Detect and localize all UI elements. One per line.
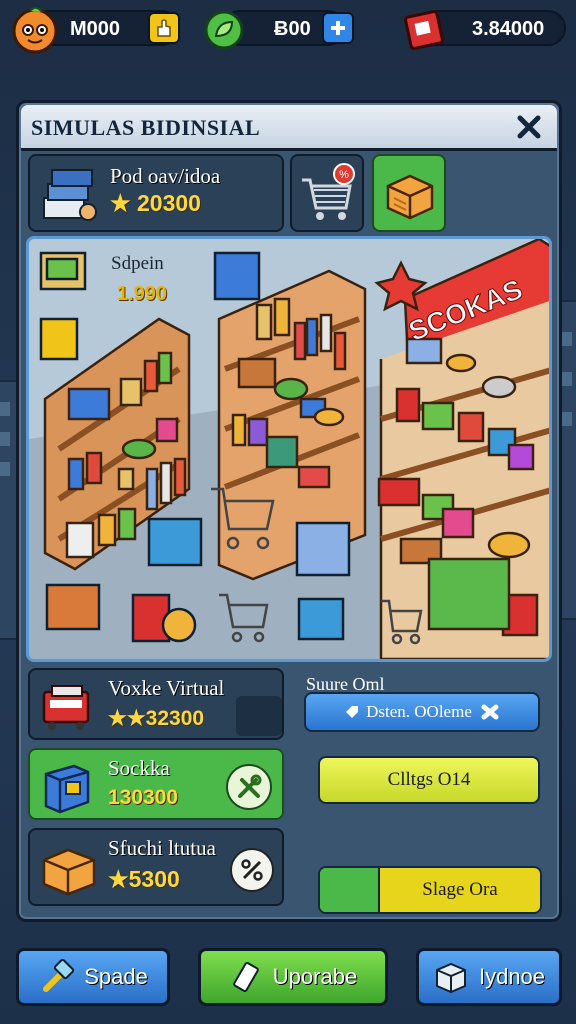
bottom-box-button[interactable]: Iydnoe xyxy=(416,948,562,1006)
scene-item-name: Sdpein xyxy=(111,253,164,274)
item-card-freezer[interactable]: Sockka 130300 xyxy=(28,748,284,820)
wrench-icon xyxy=(238,774,262,798)
item-card-register[interactable]: Voxke Virtual ★★32300 xyxy=(28,668,284,740)
bottom-spade-button[interactable]: Spade xyxy=(16,948,170,1006)
yellow-action-button[interactable]: Clltgs O14 xyxy=(318,756,540,804)
stock-card[interactable]: Pod oav/idoa ★ 20300 xyxy=(28,154,284,232)
close-button[interactable] xyxy=(513,111,545,143)
bottom-spade-label: Spade xyxy=(84,964,148,989)
stock-card-value: ★ 20300 xyxy=(110,190,201,217)
stock-stack-icon xyxy=(43,169,97,221)
bottom-box-label: Iydnoe xyxy=(478,964,546,989)
panel-header: SIMULAS BIDINSIAL xyxy=(21,105,557,151)
blue-action-label: Dsten. OOlemе xyxy=(366,702,472,721)
hand-icon xyxy=(157,19,171,37)
register-icon xyxy=(42,685,90,730)
freezer-action-button[interactable] xyxy=(226,764,272,810)
item-card-crate-name: Sfuchi ltutua xyxy=(108,836,216,860)
coins-value: M000 xyxy=(70,18,121,40)
store-illustration: SCOKAS xyxy=(29,239,549,659)
blue-action-button[interactable]: Dsten. OOlemе xyxy=(304,692,540,732)
star-icon: ★ xyxy=(110,190,138,216)
stock-card-name: Pod oav/idoa xyxy=(110,164,221,188)
plus-icon xyxy=(331,21,345,35)
item-card-register-name: Voxke Virtual xyxy=(108,676,225,700)
crate-discount-button[interactable] xyxy=(230,848,274,892)
register-price: 32300 xyxy=(145,707,205,730)
percent-icon xyxy=(241,859,263,881)
pencil-icon xyxy=(232,961,259,993)
resource-bar: M000 Ƀ00 3.84000 xyxy=(0,0,576,60)
rating-stars: ★★ xyxy=(108,707,146,730)
scene-item-value: 1.990 xyxy=(117,283,168,305)
hammer-icon xyxy=(43,959,75,992)
item-card-register-value: ★★32300 xyxy=(108,706,204,731)
player-avatar-icon[interactable] xyxy=(10,4,60,54)
leaf-gem-icon xyxy=(202,8,246,52)
store-scene[interactable]: SCOKAS Sdpein 1.990 xyxy=(26,236,552,662)
cash-value: 3.84000 xyxy=(472,18,545,40)
gems-value: Ƀ00 xyxy=(274,18,311,40)
bone-icon xyxy=(481,704,499,720)
coin-shop-button[interactable] xyxy=(148,12,180,44)
crate-card[interactable] xyxy=(372,154,446,232)
add-gems-button[interactable] xyxy=(322,12,354,44)
bottom-upgrade-button[interactable]: Uporabe xyxy=(198,948,388,1006)
box-icon xyxy=(435,962,466,994)
item-card-freezer-name: Sockka xyxy=(108,756,170,780)
rating-star: ★ xyxy=(108,866,129,892)
close-icon xyxy=(517,115,541,139)
stock-card-value-text: 20300 xyxy=(137,190,201,216)
split-green-segment xyxy=(320,868,380,912)
cart-sale-icon: % xyxy=(302,163,355,220)
crate-icon xyxy=(386,174,434,220)
item-card-crate-value: ★5300 xyxy=(108,866,180,893)
cart-sale-card[interactable]: % xyxy=(290,154,364,232)
crate-price: 5300 xyxy=(128,866,180,892)
item-card-register-slot xyxy=(236,696,282,736)
sale-badge: % xyxy=(339,169,349,181)
panel-title: SIMULAS BIDINSIAL xyxy=(31,115,261,140)
split-action-label: Slage Ora xyxy=(422,879,498,900)
item-card-freezer-value: 130300 xyxy=(108,786,179,809)
freezer-icon xyxy=(44,764,90,814)
tag-icon xyxy=(346,706,359,718)
split-action-button[interactable]: Slage Ora xyxy=(318,866,542,914)
bottom-upgrade-label: Uporabe xyxy=(272,964,358,989)
crate-icon xyxy=(42,848,96,896)
item-card-crate[interactable]: Sfuchi ltutua ★5300 xyxy=(28,828,284,906)
cash-book-icon xyxy=(402,6,448,52)
yellow-action-label: Clltgs O14 xyxy=(387,769,471,790)
